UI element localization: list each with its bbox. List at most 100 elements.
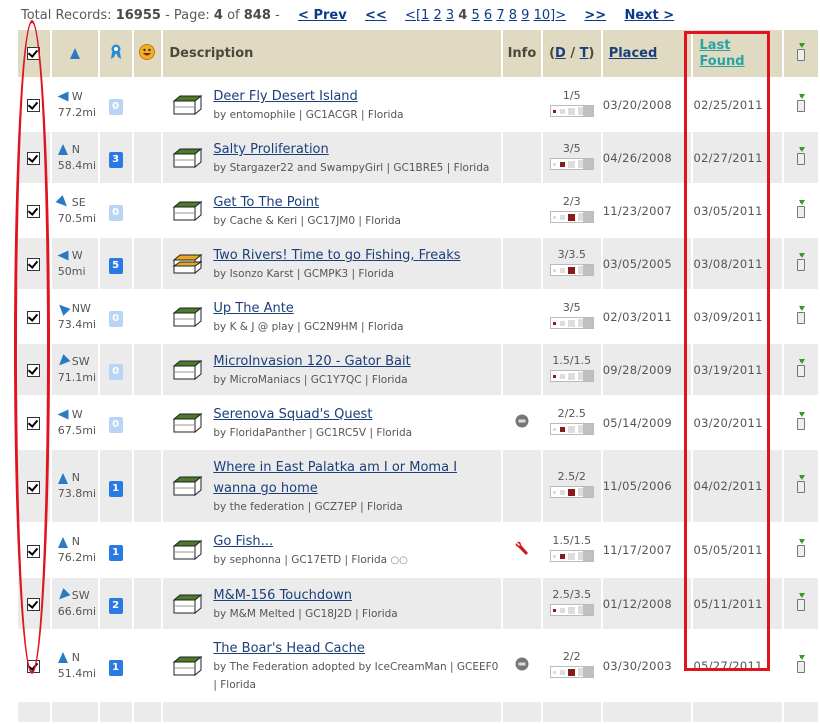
travel-bug-icon[interactable]	[515, 414, 529, 428]
sort-last-found-link[interactable]: Last Found	[699, 38, 749, 70]
select-cell[interactable]	[18, 578, 50, 629]
cache-title-link[interactable]: Salty Proliferation	[213, 142, 328, 157]
row-checkbox[interactable]	[27, 660, 41, 673]
direction-cell: W 50mi	[51, 238, 98, 289]
send-to-gps-icon[interactable]	[797, 475, 806, 493]
download-cell[interactable]	[784, 132, 818, 183]
download-cell[interactable]	[784, 238, 818, 289]
row-checkbox[interactable]	[27, 364, 41, 377]
favorites-cell: 1	[99, 450, 132, 522]
select-all-header[interactable]	[18, 30, 50, 77]
send-to-gps-icon[interactable]	[797, 539, 806, 557]
send-to-gps-icon[interactable]	[797, 305, 806, 324]
last-found-header: Last Found	[693, 30, 783, 77]
page-link-5[interactable]: 5	[471, 8, 479, 23]
select-all-checkbox[interactable]	[27, 47, 41, 60]
select-cell[interactable]	[18, 291, 50, 342]
traditional-cache-icon	[171, 305, 203, 333]
select-cell[interactable]	[18, 450, 50, 522]
download-cell[interactable]	[784, 524, 818, 576]
cache-title-link[interactable]: Two Rivers! Time to go Fishing, Freaks	[213, 248, 460, 263]
smile-cell	[133, 344, 162, 395]
cache-title-link[interactable]: Where in East Palatka am I or Moma I wan…	[213, 460, 457, 496]
download-cell[interactable]	[784, 578, 818, 629]
select-cell[interactable]	[18, 238, 50, 289]
select-cell[interactable]	[18, 631, 50, 700]
cache-title-link[interactable]: Up The Ante	[213, 301, 293, 316]
cache-title-link[interactable]: M&M-156 Touchdown	[213, 588, 352, 603]
select-cell[interactable]	[18, 132, 50, 183]
select-cell[interactable]	[18, 397, 50, 448]
favorites-cell: 0	[99, 397, 132, 448]
cache-title-link[interactable]: Go Fish...	[213, 534, 273, 549]
dt-header: (D / T)	[542, 30, 601, 77]
cache-title-link[interactable]: Serenova Squad's Quest	[213, 407, 372, 422]
direction-arrow-icon	[57, 91, 69, 102]
page-link-6[interactable]: 6	[484, 8, 492, 23]
dt-close: )	[588, 46, 595, 61]
first-link[interactable]: <<	[365, 8, 387, 23]
range-next-link[interactable]: ]>	[550, 8, 566, 23]
dt-bar-segment	[559, 426, 565, 432]
dt-bar	[549, 665, 594, 678]
placed-date: 02/03/2011	[602, 291, 692, 342]
download-cell[interactable]	[784, 344, 818, 395]
dt-bar	[549, 316, 594, 329]
select-cell[interactable]	[18, 524, 50, 576]
page-link-1[interactable]: 1	[421, 8, 429, 23]
row-checkbox[interactable]	[27, 205, 41, 218]
download-cell[interactable]	[784, 397, 818, 448]
download-cell[interactable]	[784, 79, 818, 130]
download-cell[interactable]	[784, 185, 818, 236]
send-to-gps-icon[interactable]	[797, 93, 806, 112]
row-checkbox[interactable]	[27, 152, 41, 165]
download-cell[interactable]	[784, 291, 818, 342]
row-checkbox[interactable]	[27, 417, 41, 430]
prev-link[interactable]: < Prev	[298, 8, 347, 23]
cache-owner-info: by MicroManiacs | GC1Y7QC | Florida	[213, 374, 408, 386]
send-to-gps-icon[interactable]	[797, 358, 806, 377]
row-checkbox[interactable]	[27, 480, 41, 494]
sort-difficulty-link[interactable]: D	[555, 46, 566, 61]
row-checkbox[interactable]	[27, 544, 41, 558]
send-to-gps-icon[interactable]	[797, 146, 806, 165]
page-link-7[interactable]: 7	[496, 8, 504, 23]
sort-terrain-link[interactable]: T	[580, 46, 589, 61]
last-link[interactable]: >>	[584, 8, 606, 23]
row-checkbox[interactable]	[27, 99, 41, 112]
download-cell[interactable]	[784, 450, 818, 522]
send-to-gps-icon[interactable]	[797, 411, 806, 430]
select-cell[interactable]	[18, 344, 50, 395]
page-link-8[interactable]: 8	[509, 8, 517, 23]
page-link-2[interactable]: 2	[433, 8, 441, 23]
select-cell[interactable]	[18, 185, 50, 236]
dt-bar-segment	[559, 554, 565, 559]
travel-bug-icon[interactable]	[515, 657, 529, 671]
distance: 51.4mi	[57, 666, 97, 680]
page-link-9[interactable]: 9	[521, 8, 529, 23]
cache-title-link[interactable]: Get To The Point	[213, 195, 319, 210]
smile-cell	[133, 397, 162, 448]
range-prev-link[interactable]: <[	[405, 8, 421, 23]
next-link[interactable]: Next >	[624, 8, 674, 23]
direction: W	[71, 407, 83, 421]
page-link-3[interactable]: 3	[446, 8, 454, 23]
row-checkbox[interactable]	[27, 311, 41, 324]
cache-title-link[interactable]: Deer Fly Desert Island	[213, 89, 357, 104]
page-link-10[interactable]: 10	[534, 8, 551, 23]
sort-placed-link[interactable]: Placed	[609, 46, 658, 61]
send-to-gps-icon[interactable]	[797, 252, 806, 271]
cache-title-link[interactable]: MicroInvasion 120 - Gator Bait	[213, 354, 410, 369]
wrench-icon[interactable]	[514, 540, 530, 556]
send-to-gps-icon[interactable]	[797, 592, 806, 611]
row-checkbox[interactable]	[27, 598, 41, 611]
row-checkbox[interactable]	[27, 258, 41, 271]
select-cell[interactable]	[18, 79, 50, 130]
send-to-gps-icon[interactable]	[797, 654, 806, 673]
total-pages: 848	[243, 8, 271, 23]
dt-bar	[549, 263, 594, 276]
send-to-gps-icon[interactable]	[797, 199, 806, 218]
download-cell[interactable]	[784, 631, 818, 700]
cache-row: W 77.2mi 0 Deer Fly Desert Island by entom…	[18, 79, 818, 130]
cache-title-link[interactable]: The Boar's Head Cache	[213, 641, 365, 656]
